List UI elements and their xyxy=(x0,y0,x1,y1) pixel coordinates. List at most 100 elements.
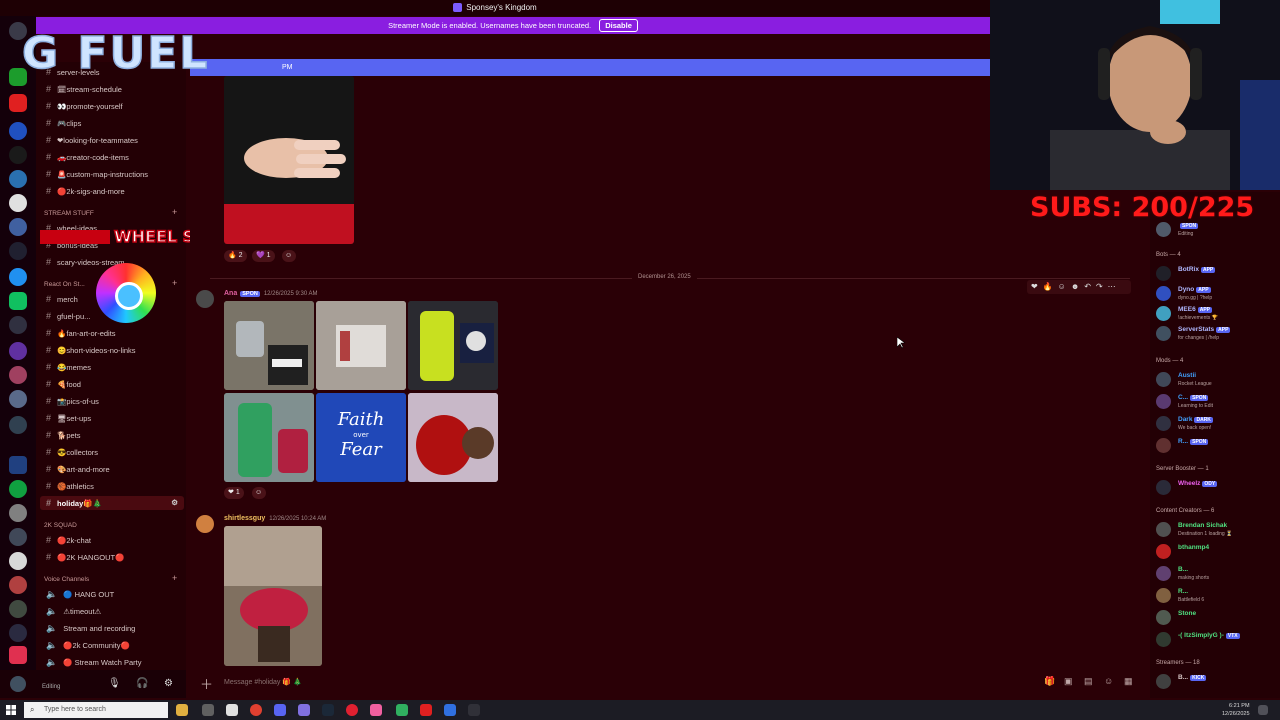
voice-hang-out[interactable]: 🔈 🔵 HANG OUT xyxy=(46,587,114,601)
voice-watch-party[interactable]: 🔈 🔴 Stream Watch Party xyxy=(46,655,141,669)
member-item[interactable]: C... SPON Learning to Edit xyxy=(1156,392,1276,412)
server-icon[interactable] xyxy=(9,316,27,334)
member-item[interactable]: B... making shorts xyxy=(1156,564,1276,584)
emoji-icon[interactable]: ☺ xyxy=(1058,282,1066,291)
add-attachment-icon[interactable]: ＋ xyxy=(200,674,213,693)
reaction-heart[interactable]: ❤ 1 xyxy=(224,487,244,499)
channel-set-ups[interactable]: # 🖥set-ups xyxy=(46,411,91,425)
add-reaction-icon[interactable]: ☺ xyxy=(252,487,266,499)
channel-looking-for-teammates[interactable]: # ❤looking-for-teammates xyxy=(46,133,138,147)
server-icon[interactable] xyxy=(9,146,27,164)
member-item[interactable]: R... SPON xyxy=(1156,436,1276,456)
gift-icon[interactable]: 🎁 xyxy=(1044,676,1055,687)
add-reaction-icon[interactable]: ☻ xyxy=(1071,282,1079,291)
member-item[interactable]: Stone xyxy=(1156,608,1276,628)
app-icon[interactable] xyxy=(396,704,408,716)
member-item[interactable]: BotRix APP xyxy=(1156,264,1276,284)
member-item[interactable]: B... KICK xyxy=(1156,672,1276,692)
gift-image[interactable] xyxy=(224,301,314,390)
voice-2k-community[interactable]: 🔈 🔴2k Community🔴 xyxy=(46,638,130,652)
server-icon[interactable] xyxy=(9,242,27,260)
forward-icon[interactable]: ↷ xyxy=(1096,282,1103,291)
app-icon[interactable] xyxy=(226,704,238,716)
reply-icon[interactable]: ↶ xyxy=(1084,282,1091,291)
gift-image[interactable] xyxy=(408,301,498,390)
server-icon[interactable] xyxy=(9,292,27,310)
member-item[interactable]: MEE6 APP !achievements 🏆 xyxy=(1156,304,1276,324)
add-channel-icon[interactable]: + xyxy=(172,207,177,217)
avatar[interactable] xyxy=(196,515,214,533)
server-icon[interactable] xyxy=(9,268,27,286)
microphone-icon[interactable]: 🎙 xyxy=(108,678,121,689)
taskbar-clock[interactable]: 6:21 PM 12/26/2025 xyxy=(1222,702,1250,718)
member-item[interactable]: Wheelz ODY xyxy=(1156,478,1276,498)
gift-image[interactable]: Faith over Fear xyxy=(316,393,406,482)
member-item[interactable]: R... Battlefield 6 xyxy=(1156,586,1276,606)
server-icon[interactable] xyxy=(9,552,27,570)
channel-stream-schedule[interactable]: # 🗓stream-schedule xyxy=(46,82,122,96)
add-channel-icon[interactable]: + xyxy=(172,278,177,288)
chrome-icon[interactable] xyxy=(250,704,262,716)
message-author[interactable]: Ana SPON 12/26/2025 9:30 AM xyxy=(224,290,318,297)
gift-image[interactable] xyxy=(224,393,314,482)
member-item[interactable]: Dyno APP dyno.gg | ?help xyxy=(1156,284,1276,304)
app-icon[interactable] xyxy=(420,704,432,716)
app-icon[interactable] xyxy=(202,704,214,716)
voice-stream-recording[interactable]: 🔈 Stream and recording xyxy=(46,621,135,635)
channel-promote-yourself[interactable]: # 👀promote-yourself xyxy=(46,99,123,113)
add-reaction-icon[interactable]: ☺ xyxy=(282,250,296,262)
server-icon[interactable] xyxy=(9,194,27,212)
apps-icon[interactable]: ▦ xyxy=(1124,676,1133,687)
taskbar-search[interactable]: ⌕ Type here to search xyxy=(24,702,168,718)
discord-icon[interactable] xyxy=(274,704,286,716)
avatar[interactable] xyxy=(10,676,26,692)
category-react[interactable]: React On St... xyxy=(44,280,85,290)
server-icon[interactable] xyxy=(9,390,27,408)
server-icon[interactable] xyxy=(9,600,27,618)
message-input[interactable]: Message #holiday 🎁 🎄 xyxy=(224,678,302,686)
voice-timeout[interactable]: 🔈 ⚠timeout⚠ xyxy=(46,604,101,618)
channel-memes[interactable]: # 😂memes xyxy=(46,360,91,374)
channel-2k-hangout[interactable]: # 🔴2K HANGOUT🔴 xyxy=(46,550,124,564)
server-icon[interactable] xyxy=(9,416,27,434)
more-icon[interactable]: ⋯ xyxy=(1108,282,1116,291)
member-item[interactable]: -( ItzSimplyG )- VTX xyxy=(1156,630,1276,650)
member-item[interactable]: Austii Rocket League xyxy=(1156,370,1276,390)
gift-image[interactable] xyxy=(408,393,498,482)
emoji-icon[interactable]: ☺ xyxy=(1104,676,1113,686)
server-icon[interactable] xyxy=(9,576,27,594)
category-stream-stuff[interactable]: STREAM STUFF xyxy=(44,209,94,219)
app-icon[interactable] xyxy=(370,704,382,716)
channel-pics-of-us[interactable]: # 📸pics-of-us xyxy=(46,394,99,408)
server-icon[interactable] xyxy=(9,528,27,546)
heart-icon[interactable]: ❤ xyxy=(1031,282,1038,291)
opera-icon[interactable] xyxy=(346,704,358,716)
category-voice[interactable]: Voice Channels xyxy=(44,575,89,585)
member-item[interactable]: bthanmp4 xyxy=(1156,542,1276,562)
steam-icon[interactable] xyxy=(322,704,334,716)
channel-custom-map-instructions[interactable]: # 🚨custom-map-instructions xyxy=(46,167,148,181)
channel-athletics[interactable]: # 🏀athletics xyxy=(46,479,94,493)
server-icon[interactable] xyxy=(9,218,27,236)
reaction-heart[interactable]: 💜 1 xyxy=(252,250,275,262)
app-icon[interactable] xyxy=(444,704,456,716)
server-icon[interactable] xyxy=(9,342,27,360)
server-icon[interactable] xyxy=(9,170,27,188)
notification-icon[interactable] xyxy=(1258,705,1268,715)
sticker-icon[interactable]: ▤ xyxy=(1084,676,1093,687)
gift-image[interactable] xyxy=(316,301,406,390)
channel-food[interactable]: # 🍕food xyxy=(46,377,81,391)
channel-short-videos[interactable]: # 😊short-videos-no-links xyxy=(46,343,136,357)
channel-fan-art[interactable]: # 🔥fan-art-or-edits xyxy=(46,326,116,340)
reaction-fire[interactable]: 🔥 2 xyxy=(224,250,247,262)
channel-2k-chat[interactable]: # 🔴2k-chat xyxy=(46,533,91,547)
channel-art-and-more[interactable]: # 🎨art-and-more xyxy=(46,462,110,476)
headphones-icon[interactable]: 🎧 xyxy=(136,678,148,689)
app-icon[interactable] xyxy=(298,704,310,716)
server-icon[interactable] xyxy=(9,646,27,664)
server-icon[interactable] xyxy=(9,504,27,522)
channel-collectors[interactable]: # 😎collectors xyxy=(46,445,98,459)
channel-holiday[interactable]: # holiday🎁🎄 ⚙ xyxy=(40,496,184,510)
server-icon[interactable] xyxy=(9,624,27,642)
windows-start-icon[interactable] xyxy=(6,705,16,715)
